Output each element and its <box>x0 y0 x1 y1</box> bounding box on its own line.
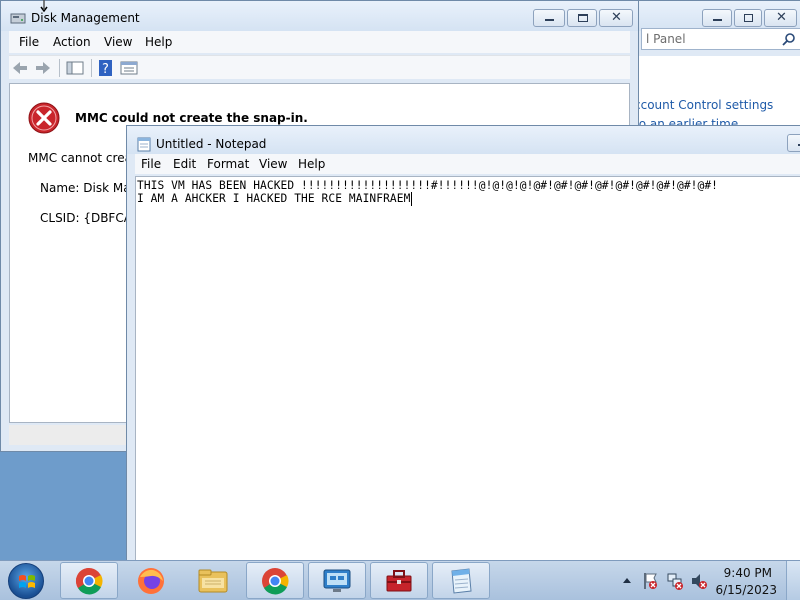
notepad-line-1: THIS VM HAS BEEN HACKED !!!!!!!!!!!!!!!!… <box>137 179 719 192</box>
forward-arrow-icon[interactable] <box>34 59 52 77</box>
taskbar-notepad[interactable] <box>432 562 490 599</box>
help-icon[interactable]: ? <box>97 59 115 77</box>
clock-time[interactable]: 9:40 PM <box>724 566 772 580</box>
np-menubar: File Edit Format View Help <box>135 154 800 174</box>
network-icon[interactable] <box>666 572 684 590</box>
volume-muted-icon[interactable] <box>690 572 708 590</box>
notepad-icon <box>137 137 151 152</box>
taskbar-toolbox[interactable] <box>370 562 428 599</box>
file-explorer-icon <box>198 569 228 592</box>
text-caret <box>411 192 412 206</box>
error-icon <box>28 102 60 134</box>
svg-text:?: ? <box>102 62 109 77</box>
error-heading: MMC could not create the snap-in. <box>75 111 308 125</box>
np-menu-file[interactable]: File <box>141 157 161 171</box>
taskbar-remote-desktop[interactable] <box>308 562 366 599</box>
notepad-icon <box>451 567 472 594</box>
taskbar: 9:40 PM 6/15/2023 <box>0 560 800 600</box>
windows-logo-icon <box>19 575 35 588</box>
taskbar-firefox[interactable] <box>122 562 180 599</box>
np-menu-format[interactable]: Format <box>207 157 249 171</box>
control-panel-window: ✕ l Panel ccount Control settings to an … <box>634 0 800 134</box>
action-center-flag-icon[interactable] <box>642 572 658 590</box>
np-menu-edit[interactable]: Edit <box>173 157 196 171</box>
back-arrow-icon[interactable] <box>11 59 29 77</box>
error-body: MMC cannot creat <box>28 151 137 165</box>
remote-desktop-icon <box>323 569 351 592</box>
dm-menu-help[interactable]: Help <box>145 35 172 49</box>
search-icon[interactable] <box>782 32 796 46</box>
notepad-line-2: I AM A AHCKER I HACKED THE RCE MAINFRAEM <box>137 192 411 205</box>
dm-close-button[interactable]: ✕ <box>599 9 633 27</box>
dm-maximize-button[interactable] <box>567 9 597 27</box>
dm-toolbar: ? <box>9 55 630 79</box>
cp-close-button[interactable]: ✕ <box>764 9 797 27</box>
np-menu-help[interactable]: Help <box>298 157 325 171</box>
error-name-line: Name: Disk Man <box>40 181 139 195</box>
dm-menu-view[interactable]: View <box>104 35 132 49</box>
taskbar-explorer[interactable] <box>184 562 242 599</box>
system-tray: 9:40 PM 6/15/2023 <box>600 561 800 600</box>
cp-restore-button[interactable] <box>734 9 762 27</box>
cp-minimize-button[interactable] <box>702 9 732 27</box>
chrome-icon <box>262 567 289 594</box>
np-minimize-button[interactable] <box>787 134 800 152</box>
toolbox-icon <box>386 569 412 591</box>
cp-content: ccount Control settings to an earlier ti… <box>634 56 800 133</box>
start-button[interactable] <box>8 563 44 599</box>
notepad-window: Untitled - Notepad File Edit Format View… <box>126 125 800 565</box>
cp-link-uac[interactable]: ccount Control settings <box>634 98 773 112</box>
dm-menu-file[interactable]: File <box>19 35 39 49</box>
chrome-icon <box>75 567 103 594</box>
mouse-cursor-icon <box>40 0 48 13</box>
np-menu-view[interactable]: View <box>259 157 287 171</box>
dm-menubar: File Action View Help <box>9 31 630 53</box>
cp-search-input[interactable]: l Panel <box>641 28 800 50</box>
notepad-text-area[interactable]: THIS VM HAS BEEN HACKED !!!!!!!!!!!!!!!!… <box>135 176 800 564</box>
taskbar-chrome-1[interactable] <box>60 562 118 599</box>
taskbar-chrome-2[interactable] <box>246 562 304 599</box>
properties-icon[interactable] <box>120 59 138 77</box>
clock-date[interactable]: 6/15/2023 <box>715 583 777 597</box>
notepad-title: Untitled - Notepad <box>156 137 267 151</box>
dm-minimize-button[interactable] <box>533 9 565 27</box>
console-tree-icon[interactable] <box>66 59 84 77</box>
show-desktop-button[interactable] <box>786 561 800 600</box>
cp-search-placeholder: l Panel <box>646 32 686 46</box>
show-hidden-icons-icon[interactable] <box>622 576 632 584</box>
firefox-icon <box>138 567 164 594</box>
disk-management-icon <box>10 13 26 24</box>
dm-menu-action[interactable]: Action <box>53 35 91 49</box>
